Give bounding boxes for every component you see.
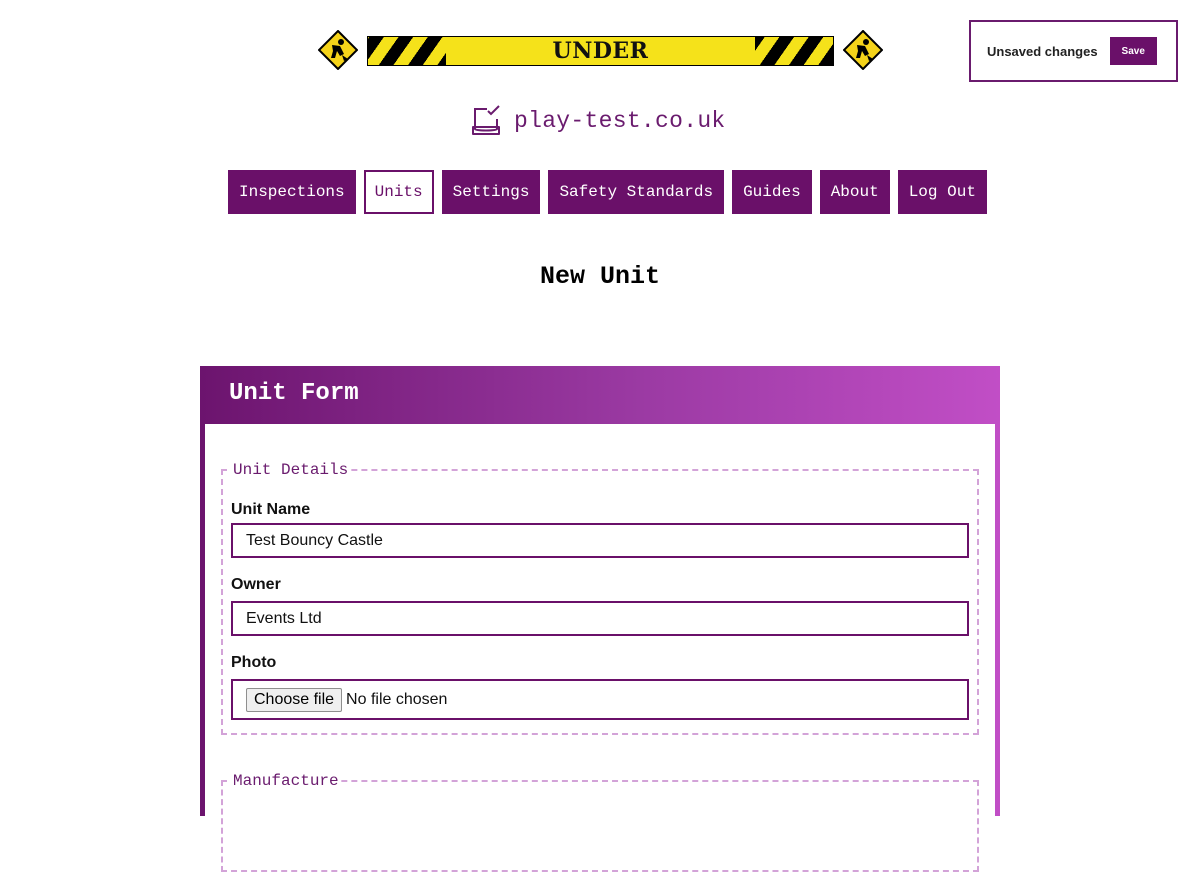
photo-label: Photo <box>231 654 277 671</box>
photo-file-input[interactable]: Choose file No file chosen <box>231 679 969 720</box>
nav-item-log-out[interactable]: Log Out <box>897 170 987 214</box>
under-construction-text: UNDER CONSTRUCTION <box>446 37 755 65</box>
nav-item-safety-standards[interactable]: Safety Standards <box>548 170 725 214</box>
page-title: New Unit <box>539 262 661 291</box>
caution-stripe-bar: UNDER CONSTRUCTION <box>367 36 834 66</box>
site-logo[interactable]: play-test.co.uk <box>470 104 726 138</box>
file-status-text: No file chosen <box>346 690 448 708</box>
construction-worker-sign-icon <box>318 30 358 70</box>
save-button[interactable]: Save <box>1109 37 1157 65</box>
manufacture-legend: Manufacture <box>233 772 339 790</box>
nav-item-about[interactable]: About <box>819 170 890 214</box>
checkbox-tray-icon <box>472 105 500 135</box>
unit-details-legend: Unit Details <box>233 461 349 479</box>
nav-item-settings[interactable]: Settings <box>441 170 541 214</box>
owner-input[interactable] <box>231 601 969 636</box>
form-body: Unit Details Unit Name Owner Photo Choos… <box>205 424 995 872</box>
nav-item-guides[interactable]: Guides <box>732 170 812 214</box>
nav-item-inspections[interactable]: Inspections <box>228 170 356 214</box>
unsaved-changes-panel: Unsaved changes Save <box>969 20 1178 82</box>
manufacture-fieldset: Manufacture <box>221 772 979 872</box>
construction-worker-sign-icon <box>843 30 883 70</box>
main-nav: Inspections Units Settings Safety Standa… <box>228 170 987 214</box>
unsaved-changes-message: Unsaved changes <box>987 43 1098 59</box>
under-construction-banner: UNDER CONSTRUCTION <box>318 30 884 72</box>
unit-form-card: Unit Form Unit Details Unit Name Owner P… <box>200 366 1000 872</box>
unit-name-input[interactable] <box>231 523 969 558</box>
nav-item-units[interactable]: Units <box>363 170 434 214</box>
unit-details-fieldset: Unit Details Unit Name Owner Photo Choos… <box>221 461 979 735</box>
unit-name-label: Unit Name <box>231 501 311 518</box>
site-name: play-test.co.uk <box>514 108 726 134</box>
owner-label: Owner <box>231 576 281 593</box>
choose-file-button[interactable]: Choose file <box>246 687 343 712</box>
form-title: Unit Form <box>229 380 359 407</box>
